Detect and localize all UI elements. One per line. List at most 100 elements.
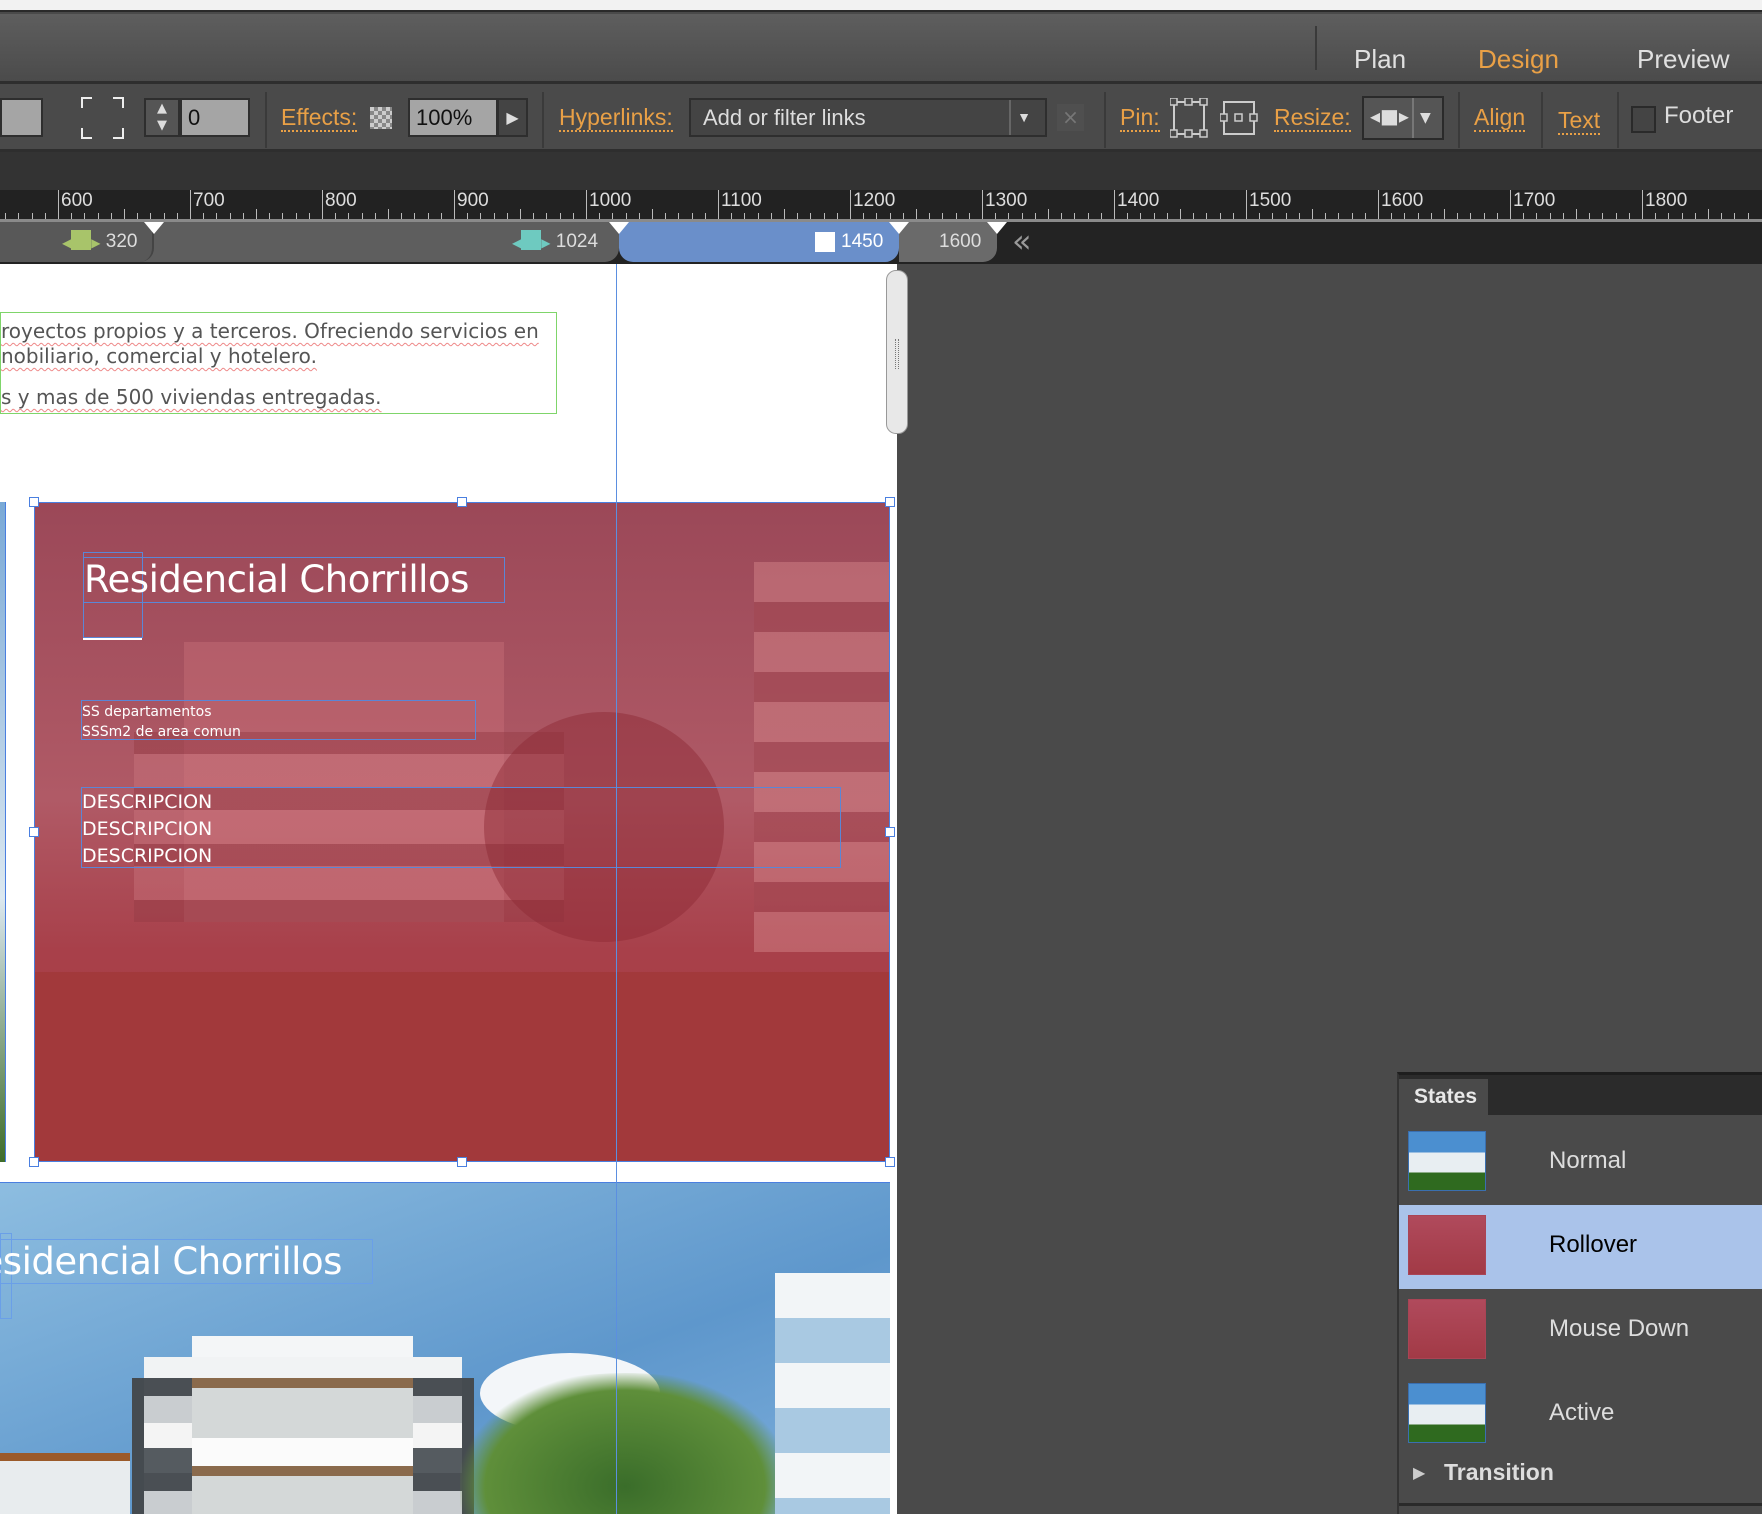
divider <box>1399 1503 1762 1506</box>
ruler-tick <box>744 213 746 219</box>
details-text: SS departamentos SSSm2 de area comun <box>82 702 241 742</box>
ruler-tick <box>1457 213 1459 219</box>
ruler-tick <box>1655 213 1657 219</box>
design-canvas[interactable]: royectos propios y a terceros. Ofreciend… <box>0 264 897 1514</box>
resize-horizontal-icon: ◂■▸ <box>1370 104 1409 128</box>
ruler-tick <box>1523 213 1525 219</box>
resize-handle[interactable] <box>457 1157 467 1167</box>
ruler-tick <box>401 213 403 219</box>
opacity-play-arrow-icon[interactable]: ▶ <box>497 98 528 137</box>
footer-checkbox[interactable] <box>1631 106 1656 133</box>
mode-design[interactable]: Design <box>1478 44 1559 75</box>
align-label[interactable]: Align <box>1474 104 1526 132</box>
arrow-right-icon: ▶ <box>91 236 101 250</box>
rollover-card[interactable]: Residencial Chorrillos SS departamentos … <box>34 502 890 1162</box>
ruler-tick <box>757 213 759 219</box>
ruler-tick <box>256 209 257 219</box>
ruler-tick <box>612 213 614 219</box>
state-label: Active <box>1549 1399 1615 1426</box>
breakpoint-1600[interactable]: 1600 <box>899 222 997 262</box>
ruler-tick <box>955 213 957 219</box>
resize-handle[interactable] <box>29 827 39 837</box>
horizontal-ruler[interactable]: 600 700 800 900 1000 1100 1200 1300 1400 1500 1600… <box>0 190 1762 222</box>
ruler-tick <box>770 213 772 219</box>
ruler-label: 1000 <box>589 190 632 211</box>
resize-dropdown[interactable]: ◂■▸ ▼ <box>1362 96 1444 140</box>
ruler-tick <box>665 213 667 219</box>
ruler-tick <box>1734 213 1736 219</box>
ruler-tick <box>97 213 99 219</box>
crop-bracket-icon[interactable] <box>80 96 125 140</box>
state-rollover[interactable]: Rollover <box>1399 1205 1762 1289</box>
resize-handle[interactable] <box>885 827 895 837</box>
resize-label[interactable]: Resize: <box>1274 104 1351 132</box>
side-building-image <box>775 1273 890 1514</box>
breakpoint-1024[interactable]: ◀ ▶ 1024 <box>512 222 598 262</box>
breakpoint-marker[interactable] <box>987 222 1007 234</box>
resize-handle[interactable] <box>885 497 895 507</box>
text-label[interactable]: Text <box>1558 107 1601 135</box>
double-chevron-left-icon[interactable]: « <box>1012 224 1032 258</box>
hyperlinks-dropdown[interactable]: Add or filter links ▼ <box>689 98 1047 137</box>
state-normal[interactable]: Normal <box>1399 1121 1762 1205</box>
chevron-down-icon[interactable]: ▼ <box>1009 100 1037 135</box>
breakpoint-1450-active[interactable]: 1450 <box>619 222 899 262</box>
ruler-label: 1100 <box>721 190 762 211</box>
pin-label[interactable]: Pin: <box>1120 104 1160 132</box>
ruler-tick <box>335 213 337 219</box>
breakpoint-bar[interactable]: ◀ ▶ 320 ◀ ▶ 1024 1450 1600 « <box>0 222 1762 264</box>
ruler-tick <box>124 209 125 219</box>
ruler-tick <box>995 213 997 219</box>
resize-handle[interactable] <box>457 497 467 507</box>
breakpoint-320[interactable]: ◀ ▶ 320 <box>62 222 137 262</box>
resize-handle[interactable] <box>885 1157 895 1167</box>
pin-grid-icon[interactable] <box>1169 97 1208 138</box>
ruler-tick <box>454 190 455 219</box>
opacity-input[interactable]: 100% <box>408 98 498 137</box>
ruler-tick <box>652 209 653 219</box>
breakpoint-swatch <box>815 232 835 252</box>
ruler-tick <box>467 213 469 219</box>
effects-label[interactable]: Effects: <box>281 104 358 132</box>
hyperlinks-label[interactable]: Hyperlinks: <box>559 104 673 132</box>
state-mouse-down[interactable]: Mouse Down <box>1399 1289 1762 1373</box>
lawn-image <box>34 972 890 1162</box>
breakpoint-marker[interactable] <box>609 222 629 234</box>
ruler-tick <box>1140 213 1142 219</box>
breakpoint-label: 320 <box>105 231 138 252</box>
breakpoint-marker[interactable] <box>144 222 164 234</box>
stepper-input[interactable]: 0 <box>180 98 250 137</box>
transition-section-toggle[interactable]: Transition <box>1444 1459 1554 1486</box>
card-title: Residencial Chorrillos <box>84 558 469 601</box>
ruler-tick <box>1602 213 1604 219</box>
resize-handle[interactable] <box>29 1157 39 1167</box>
mode-preview[interactable]: Preview <box>1637 44 1729 75</box>
stepper-arrows[interactable]: ▲ ▼ <box>144 98 180 137</box>
canvas-scrollbar[interactable] <box>886 270 908 434</box>
tab-states[interactable]: States <box>1399 1079 1488 1116</box>
paragraph-line: royectos propios y a terceros. Ofreciend… <box>1 319 539 343</box>
ruler-tick <box>1615 213 1617 219</box>
ruler-tick <box>137 213 139 219</box>
window-top-strip <box>0 0 1762 12</box>
paragraph-text-frame[interactable]: royectos propios y a terceros. Ofreciend… <box>0 312 557 414</box>
resize-handle[interactable] <box>29 497 39 507</box>
ruler-tick <box>1708 209 1709 219</box>
ruler-label: 1500 <box>1249 190 1292 211</box>
ruler-tick <box>876 213 878 219</box>
mode-plan[interactable]: Plan <box>1354 44 1406 75</box>
transparency-checker-icon[interactable] <box>370 107 392 129</box>
adjacent-card-edge[interactable] <box>0 502 6 1162</box>
ruler-tick <box>1048 209 1049 219</box>
ruler-tick <box>1219 213 1221 219</box>
ruler-tick <box>916 209 917 219</box>
disclosure-triangle-icon[interactable]: ▶ <box>1413 1463 1425 1482</box>
clear-link-icon[interactable]: × <box>1057 104 1084 131</box>
fill-field[interactable] <box>0 98 43 137</box>
normal-card[interactable]: Residencial Chorrillos <box>0 1182 890 1514</box>
state-active[interactable]: Active <box>1399 1373 1762 1457</box>
breakpoint-marker[interactable] <box>889 222 909 234</box>
pin-center-icon[interactable] <box>1219 98 1258 138</box>
ruler-tick <box>929 213 931 219</box>
ruler-tick <box>1681 213 1683 219</box>
